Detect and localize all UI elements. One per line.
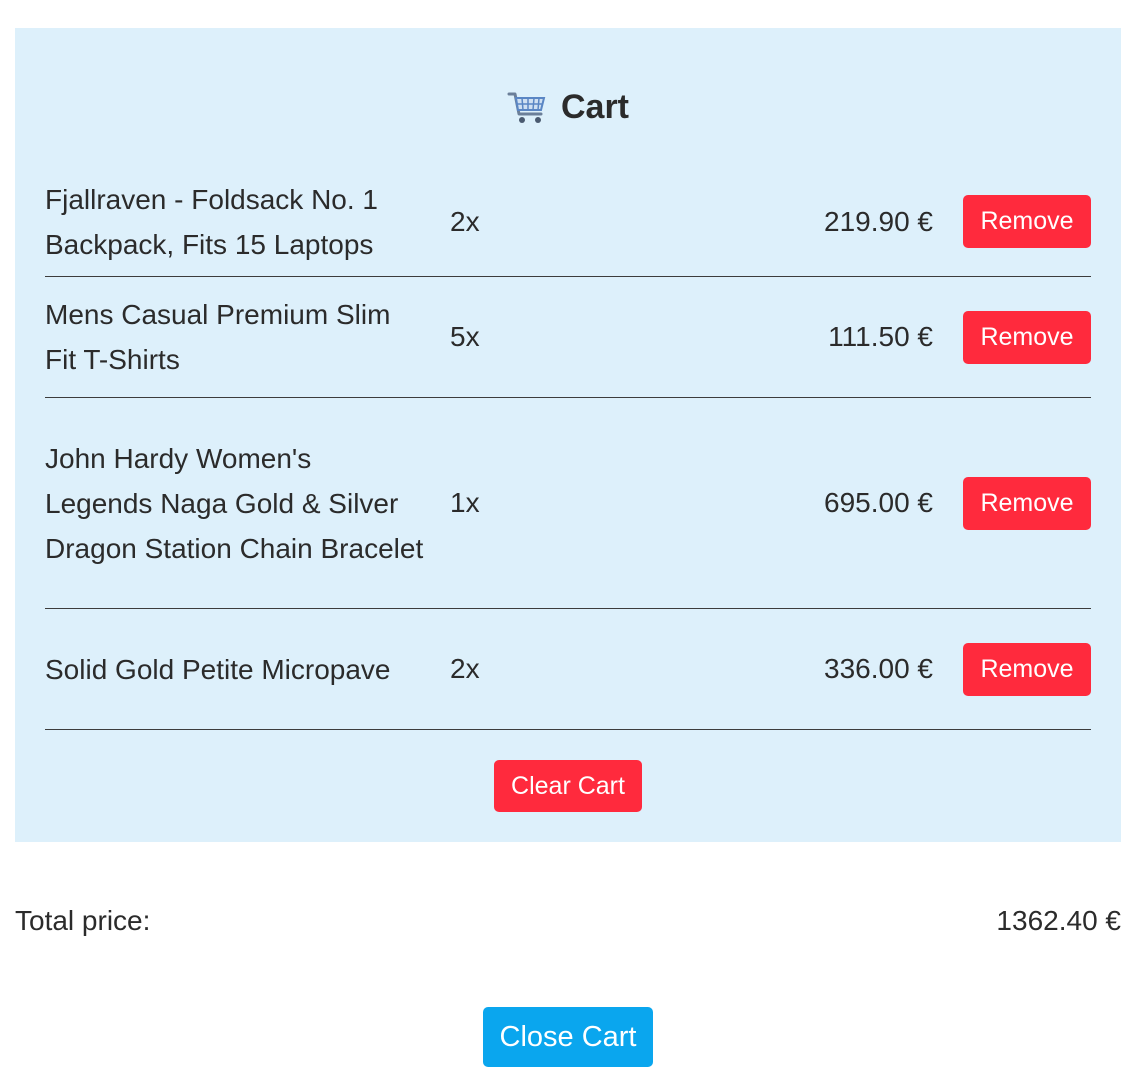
- cart-item-row: Fjallraven - Foldsack No. 1 Backpack, Fi…: [45, 167, 1091, 277]
- total-value: 1362.40 €: [996, 905, 1121, 936]
- close-cart-button[interactable]: Close Cart: [483, 1007, 653, 1067]
- remove-item-button[interactable]: Remove: [963, 642, 1091, 696]
- remove-item-button[interactable]: Remove: [963, 310, 1091, 364]
- remove-item-button[interactable]: Remove: [963, 476, 1091, 530]
- item-name: Mens Casual Premium Slim Fit T-Shirts: [45, 299, 391, 375]
- item-price: 336.00 €: [824, 653, 933, 684]
- item-quantity: 1x: [450, 487, 480, 518]
- cart-item-row: Mens Casual Premium Slim Fit T-Shirts 5x…: [45, 277, 1091, 398]
- item-price: 695.00 €: [824, 487, 933, 518]
- item-price: 219.90 €: [824, 205, 933, 237]
- shopping-cart-icon: [507, 90, 547, 126]
- cart-page: Cart Fjallraven - Foldsack No. 1 Backpac…: [0, 0, 1135, 1082]
- cart-panel: Cart Fjallraven - Foldsack No. 1 Backpac…: [15, 28, 1121, 842]
- item-price: 111.50 €: [828, 321, 933, 352]
- total-label: Total price:: [15, 905, 151, 936]
- clear-cart-button[interactable]: Clear Cart: [494, 760, 642, 812]
- item-name: Fjallraven - Foldsack No. 1 Backpack, Fi…: [45, 183, 379, 260]
- item-quantity: 5x: [450, 321, 480, 352]
- item-quantity: 2x: [450, 205, 480, 237]
- remove-item-button[interactable]: Remove: [963, 195, 1091, 248]
- item-name: Solid Gold Petite Micropave: [45, 653, 391, 685]
- cart-item-row: John Hardy Women's Legends Naga Gold & S…: [45, 398, 1091, 609]
- item-quantity: 2x: [450, 653, 480, 684]
- cart-header: Cart: [15, 88, 1121, 127]
- cart-title: Cart: [560, 88, 630, 126]
- cart-item-row: Solid Gold Petite Micropave 2x 336.00 € …: [45, 609, 1091, 730]
- item-name: John Hardy Women's Legends Naga Gold & S…: [45, 442, 424, 564]
- cart-items-list: Fjallraven - Foldsack No. 1 Backpack, Fi…: [45, 167, 1091, 730]
- total-row: Total price: 1362.40 €: [15, 905, 1121, 937]
